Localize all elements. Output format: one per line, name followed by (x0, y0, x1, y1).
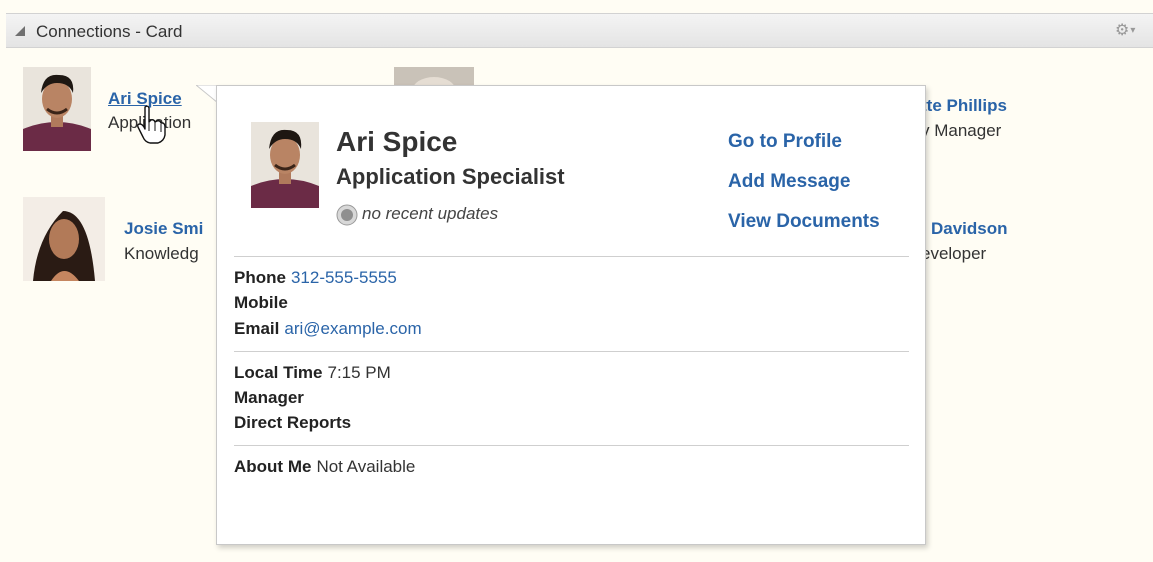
local-time-row: Local Time 7:15 PM (234, 363, 391, 383)
direct-reports-row: Direct Reports (234, 413, 351, 433)
mobile-label: Mobile (234, 293, 288, 312)
gear-icon[interactable]: ⚙▾ (1115, 22, 1141, 40)
person-title: Knowledg (124, 244, 199, 263)
avatar[interactable] (394, 67, 474, 87)
person-title: y Manager (921, 121, 1002, 140)
person-name-link[interactable]: Davidson (931, 219, 1008, 239)
avatar[interactable] (23, 67, 91, 151)
divider (234, 445, 909, 446)
card-name: Ari Spice (336, 126, 458, 157)
divider (234, 351, 909, 352)
add-message-link[interactable]: Add Message (728, 171, 850, 193)
status-text: no recent updates (362, 204, 499, 223)
divider (234, 256, 909, 257)
hand-cursor-icon (137, 105, 166, 144)
avatar[interactable] (23, 197, 105, 281)
local-time-label: Local Time (234, 363, 323, 382)
about-me-row: About Me Not Available (234, 457, 415, 477)
email-label: Email (234, 319, 280, 338)
avatar (251, 122, 319, 208)
status-icon (336, 204, 358, 226)
person-name-link[interactable]: Josie Smi (124, 219, 203, 239)
direct-reports-label: Direct Reports (234, 413, 352, 432)
contact-card-popup: Ari Spice Application Specialist no rece… (216, 85, 926, 545)
about-me-label: About Me (234, 457, 312, 476)
card-title: Application Specialist (336, 164, 565, 189)
manager-row: Manager (234, 388, 304, 408)
chevron-down-icon: ▾ (1130, 25, 1136, 36)
local-time-value: 7:15 PM (327, 363, 391, 382)
person-name-link[interactable]: tte Phillips (921, 96, 1007, 116)
view-documents-link[interactable]: View Documents (728, 211, 880, 233)
email-link[interactable]: ari@example.com (284, 319, 421, 338)
panel-header: Connections - Card ⚙▾ (6, 13, 1153, 48)
person-title: eveloper (921, 244, 987, 263)
phone-label: Phone (234, 268, 286, 287)
phone-link[interactable]: 312-555-5555 (291, 268, 397, 287)
about-me-value: Not Available (316, 457, 416, 476)
go-to-profile-link[interactable]: Go to Profile (728, 131, 842, 153)
manager-label: Manager (234, 388, 304, 407)
email-row: Email ari@example.com (234, 319, 422, 339)
phone-row: Phone 312-555-5555 (234, 268, 397, 288)
triangle-collapse-icon[interactable] (14, 25, 26, 37)
panel-title: Connections - Card (36, 22, 183, 41)
mobile-row: Mobile (234, 293, 288, 313)
